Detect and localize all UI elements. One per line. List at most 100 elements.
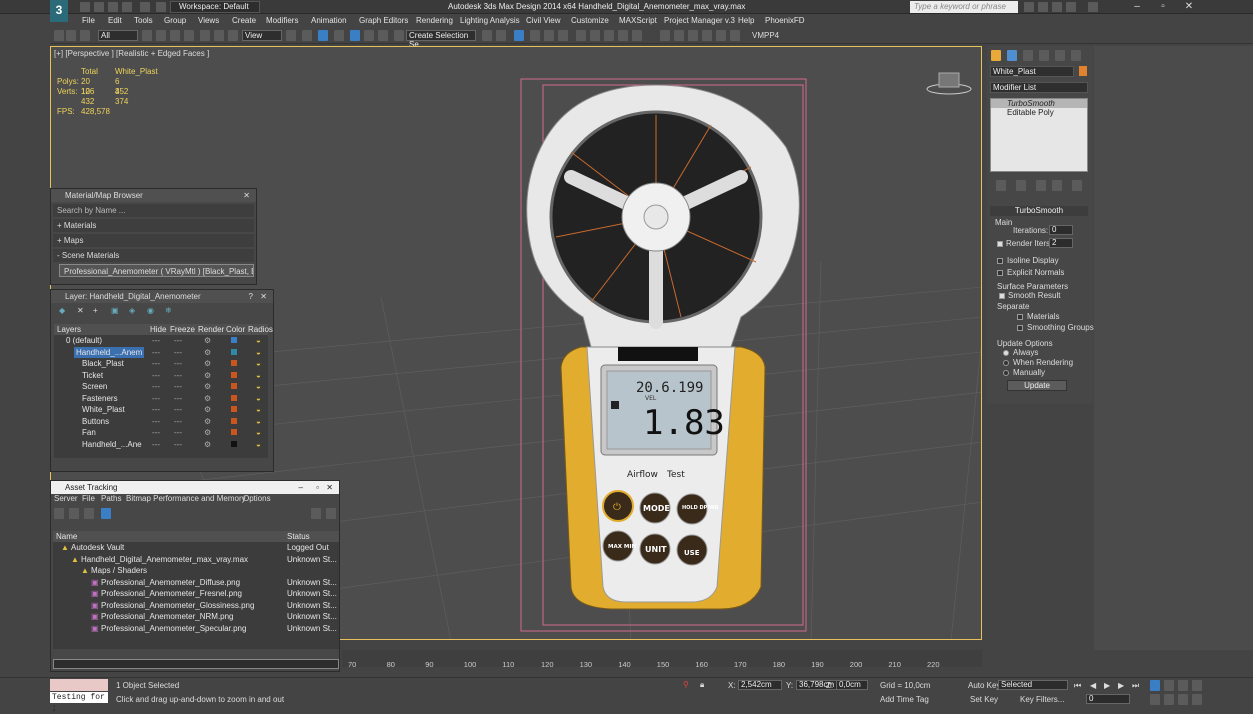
menu-edit[interactable]: Edit <box>108 16 122 25</box>
key-filters-button[interactable]: Key Filters... <box>1020 695 1064 704</box>
layer-name[interactable]: Handheld_...Anem <box>74 346 145 358</box>
spinner-snap-icon[interactable] <box>378 30 388 41</box>
material-editor-icon[interactable] <box>576 30 586 41</box>
asset-name[interactable]: Professional_Anemometer_NRM.png <box>101 611 234 622</box>
auto-key-button[interactable]: Auto Key <box>968 681 1000 690</box>
pin-stack-icon[interactable] <box>996 180 1006 191</box>
delete-layer-icon[interactable]: ✕ <box>77 306 84 315</box>
field-of-view-icon[interactable] <box>1150 694 1160 705</box>
vray-frame-buffer-icon[interactable] <box>660 30 670 41</box>
asset-name[interactable]: Autodesk Vault <box>71 542 124 553</box>
hide-toggle[interactable]: --- <box>152 416 160 427</box>
layer-color-swatch[interactable] <box>231 371 237 378</box>
go-to-start-icon[interactable]: ⏮ <box>1074 681 1081 691</box>
graphite-ribbon-icon[interactable] <box>530 30 540 41</box>
close-button[interactable]: ✕ <box>1182 1 1196 13</box>
modify-tab-icon[interactable] <box>1007 50 1017 61</box>
curve-editor-icon[interactable] <box>544 30 554 41</box>
app-logo-icon[interactable]: 3 <box>50 0 68 22</box>
hide-toggle[interactable]: --- <box>152 404 160 415</box>
viewport-label[interactable]: [+] [Perspective ] [Realistic + Edged Fa… <box>54 49 209 58</box>
render-icon[interactable]: ⚙ <box>204 404 211 415</box>
go-to-end-icon[interactable]: ⏭ <box>1132 681 1139 691</box>
rotate-icon[interactable] <box>214 30 224 41</box>
render-icon[interactable]: ⚙ <box>204 439 211 450</box>
layer-color-swatch[interactable] <box>231 440 237 447</box>
layer-row[interactable]: White_Plast --- --- ⚙ ◒ <box>54 404 268 415</box>
separate-smoothing-checkbox[interactable] <box>1017 325 1023 331</box>
render-icon[interactable]: ⚙ <box>204 370 211 381</box>
asset-menu-paths[interactable]: Paths <box>101 494 121 503</box>
add-time-tag[interactable]: Add Time Tag <box>880 695 929 704</box>
vray-lights-icon[interactable] <box>674 30 684 41</box>
asset-row[interactable]: ▣ Professional_Anemometer_Specular.png Unk… <box>53 623 339 634</box>
render-icon[interactable]: ⚙ <box>204 427 211 438</box>
play-icon[interactable]: ▶ <box>1104 681 1110 690</box>
smooth-result-checkbox[interactable] <box>999 293 1005 299</box>
layer-name[interactable]: Fasteners <box>82 393 118 404</box>
asset-row[interactable]: ▣ Professional_Anemometer_NRM.png Unknown … <box>53 611 339 622</box>
radiosity-icon[interactable]: ◒ <box>256 404 261 415</box>
layer-manager-icon[interactable] <box>514 30 524 41</box>
viewcube-icon[interactable] <box>938 72 960 88</box>
refresh-icon[interactable] <box>54 508 64 519</box>
add-to-layer-icon[interactable]: + <box>93 306 98 315</box>
mirror-icon[interactable] <box>482 30 492 41</box>
layer-color-swatch[interactable] <box>231 417 237 424</box>
asset-name[interactable]: Professional_Anemometer_Fresnel.png <box>101 588 242 599</box>
list-view-icon[interactable] <box>69 508 79 519</box>
create-layer-icon[interactable]: ◆ <box>59 306 65 315</box>
set-key-button[interactable]: Set Key <box>970 695 998 704</box>
select-manipulate-icon[interactable] <box>302 30 312 41</box>
prev-frame-icon[interactable]: ◀ <box>1090 681 1096 690</box>
pivot-center-icon[interactable] <box>286 30 296 41</box>
layer-name[interactable]: Black_Plast <box>82 358 124 369</box>
asset-name[interactable]: Maps / Shaders <box>91 565 147 576</box>
menu-create[interactable]: Create <box>232 16 256 25</box>
vray-bulb-icon[interactable] <box>730 30 740 41</box>
layer-row[interactable]: 0 (default) --- --- ⚙ ◒ <box>54 335 268 346</box>
remove-modifier-icon[interactable] <box>1052 180 1062 191</box>
orbit-icon[interactable] <box>1178 694 1188 705</box>
col-status[interactable]: Status <box>287 531 310 542</box>
select-by-name-icon[interactable] <box>156 30 166 41</box>
menu-graph-editors[interactable]: Graph Editors <box>359 16 408 25</box>
render-icon[interactable]: ⚙ <box>204 358 211 369</box>
highlight-layer-icon[interactable]: ◈ <box>129 306 135 315</box>
explicit-normals-checkbox[interactable] <box>997 270 1003 276</box>
menu-phoenixfd[interactable]: PhoenixFD <box>765 16 805 25</box>
maximize-button[interactable]: ▫ <box>1156 1 1170 13</box>
freeze-toggle[interactable]: --- <box>174 393 182 404</box>
asset-name[interactable]: Professional_Anemometer_Glossiness.png <box>101 600 254 611</box>
select-objects-icon[interactable]: ▣ <box>111 306 119 315</box>
render-setup-icon[interactable] <box>590 30 600 41</box>
hide-toggle[interactable]: --- <box>152 347 160 358</box>
freeze-toggle[interactable]: --- <box>174 381 182 392</box>
move-icon[interactable] <box>200 30 210 41</box>
layer-row[interactable]: Buttons --- --- ⚙ ◒ <box>54 416 268 427</box>
freeze-toggle[interactable]: --- <box>174 439 182 450</box>
zoom-icon[interactable] <box>1150 680 1160 691</box>
render-iters-checkbox[interactable] <box>997 241 1003 247</box>
freeze-toggle[interactable]: --- <box>174 404 182 415</box>
y-coordinate-field[interactable]: 36,798cm <box>796 680 840 690</box>
reference-coordinate-dropdown[interactable]: View <box>242 30 282 41</box>
hide-toggle[interactable]: --- <box>152 439 160 450</box>
layer-color-swatch[interactable] <box>231 360 237 366</box>
menu-tools[interactable]: Tools <box>134 16 153 25</box>
menu-lighting-analysis[interactable]: Lighting Analysis <box>460 16 520 25</box>
asset-name[interactable]: Handheld_Digital_Anemometer_max_vray.max <box>81 554 248 565</box>
layer-color-swatch[interactable] <box>231 429 237 435</box>
settings-icon[interactable] <box>326 508 336 519</box>
col-layers[interactable]: Layers <box>57 324 81 335</box>
maps-section[interactable]: + Maps <box>53 234 254 247</box>
warning-icon[interactable] <box>632 30 642 41</box>
binoculars-icon[interactable] <box>1024 2 1034 12</box>
scale-icon[interactable] <box>228 30 238 41</box>
asset-menu-options[interactable]: Options <box>243 494 271 503</box>
asset-row[interactable]: ▲ Handheld_Digital_Anemometer_max_vray.ma… <box>53 554 339 565</box>
object-name-field[interactable]: White_Plast <box>990 66 1074 77</box>
z-coordinate-field[interactable]: 0,0cm <box>836 680 868 690</box>
vray-proxy-icon[interactable] <box>702 30 712 41</box>
help-icon[interactable] <box>1088 2 1098 12</box>
